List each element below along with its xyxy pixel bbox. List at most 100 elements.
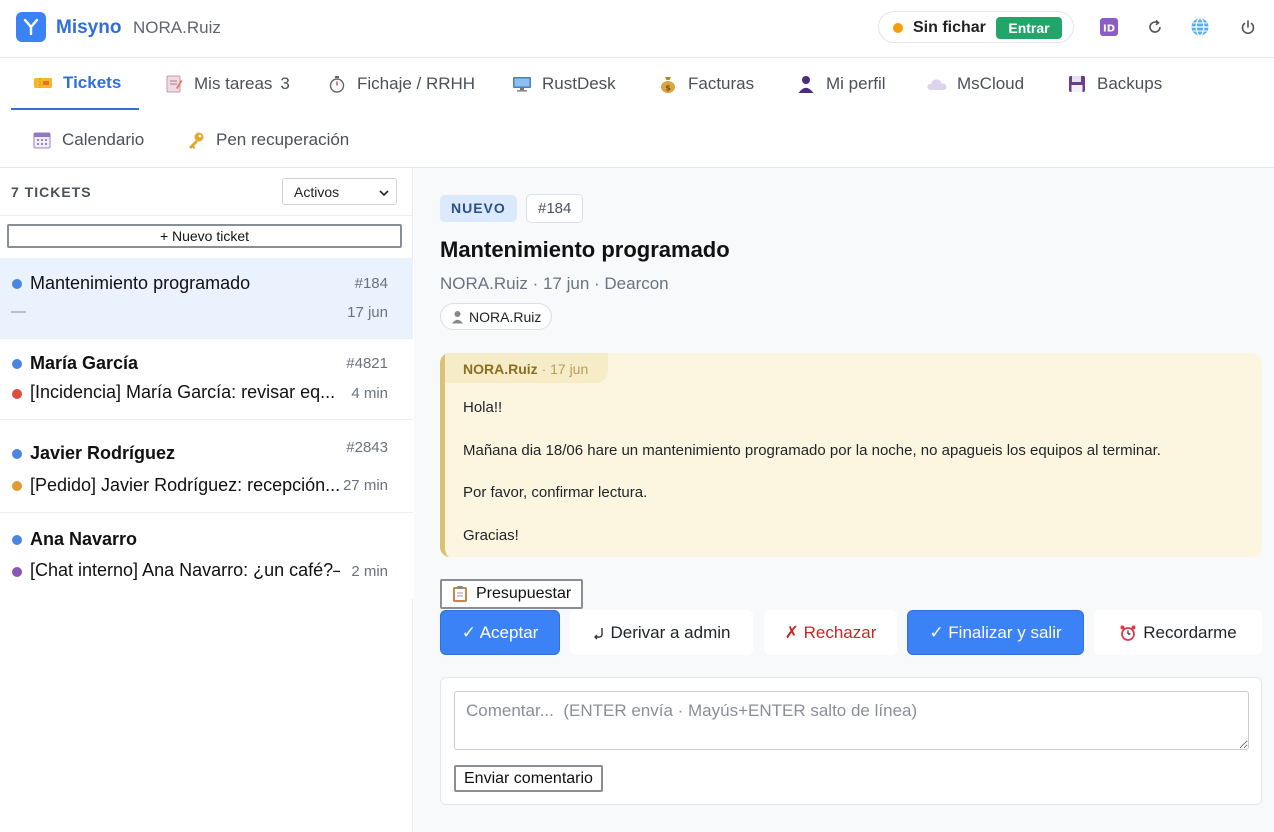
category-dot [12, 481, 22, 491]
key-icon [185, 129, 207, 151]
tab-pen-recuperacion[interactable]: Pen recuperación [185, 114, 349, 166]
ticket-preview: [Incidencia] María García: revisar eq... [30, 382, 336, 402]
ticket-time: 17 jun [347, 304, 388, 321]
tab-label: Mis tareas [194, 74, 273, 93]
money-bag-icon: $ [657, 73, 679, 95]
clock-in-button[interactable]: Entrar [996, 17, 1062, 39]
button-label: Derivar a admin [610, 622, 731, 642]
id-icon[interactable]: ID [1098, 16, 1120, 38]
tab-label: MsCloud [957, 74, 1025, 93]
message-author: NORA.Ruiz [463, 361, 538, 377]
status-badge: NUEVO [440, 195, 517, 222]
new-ticket-button[interactable]: + Nuevo ticket [7, 224, 402, 248]
tab-facturas[interactable]: $ Facturas [657, 58, 754, 110]
monitor-icon [511, 73, 533, 95]
message-line: Gracias! [463, 527, 519, 544]
ticket-title: María García [30, 353, 139, 373]
user-icon [795, 73, 817, 95]
filter-value: Activos [294, 184, 340, 200]
globe-icon[interactable] [1189, 16, 1211, 38]
svg-text:ID: ID [1103, 24, 1115, 35]
tab-mis-tareas[interactable]: Mis tareas 3 [163, 58, 290, 110]
tab-label: Pen recuperación [216, 130, 350, 149]
message-line: Hola!! [463, 399, 503, 416]
finish-and-exit-button[interactable]: ✓ Finalizar y salir [907, 610, 1084, 655]
ticket-time: 27 min [342, 477, 388, 494]
accept-button[interactable]: ✓ Aceptar [440, 610, 560, 655]
ticket-icon [32, 72, 54, 94]
ticket-time: 4 min [351, 385, 388, 402]
current-user: NORA.Ruiz [133, 18, 221, 37]
ticket-meta: NORA.Ruiz · 17 jun · Dearcon [440, 274, 669, 293]
ticket-item[interactable]: Mantenimiento programado #184 — 17 jun [0, 258, 413, 339]
clipboard-icon [452, 585, 468, 603]
status-dot [12, 359, 22, 369]
alarm-clock-icon [1119, 624, 1137, 642]
return-arrow-icon [593, 626, 605, 640]
ticket-time: 2 min [351, 563, 388, 580]
button-label: Presupuestar [476, 585, 572, 602]
status-dot [12, 535, 22, 545]
memo-icon [163, 73, 185, 95]
power-icon[interactable] [1237, 16, 1259, 38]
ticket-list-panel: 7 TICKETS Activos + Nuevo ticket Manteni… [0, 168, 413, 832]
cloud-icon [926, 73, 948, 95]
message-header: NORA.Ruiz · 17 jun [445, 353, 609, 383]
ticket-item[interactable]: María García #4821 [Incidencia] María Ga… [0, 339, 413, 420]
ticket-count: 7 TICKETS [11, 184, 92, 200]
remind-me-button[interactable]: Recordarme [1094, 610, 1262, 655]
derive-to-admin-button[interactable]: Derivar a admin [570, 610, 753, 655]
tab-label: RustDesk [542, 74, 616, 93]
tab-backups[interactable]: Backups [1066, 58, 1162, 110]
tab-label: Calendario [62, 130, 145, 149]
tab-tickets[interactable]: Tickets [11, 58, 139, 110]
reject-button[interactable]: ✗ Rechazar [764, 610, 897, 655]
assignee-chip[interactable]: NORA.Ruiz [440, 303, 553, 330]
stopwatch-icon [326, 73, 348, 95]
tab-mi-perfil[interactable]: Mi perfil [795, 58, 886, 110]
app-logo [16, 12, 46, 42]
ticket-detail-panel: NUEVO #184 Mantenimiento programado NORA… [414, 168, 1274, 832]
message-line: Por favor, confirmar lectura. [463, 484, 648, 501]
tab-label: Fichaje / RRHH [357, 74, 476, 93]
calendar-icon [31, 129, 53, 151]
tab-rustdesk[interactable]: RustDesk [511, 58, 616, 110]
button-label: Recordarme [1143, 622, 1237, 642]
ticket-item[interactable]: Ana Navarro [Chat interno] Ana Navarro: … [0, 513, 413, 599]
svg-text:$: $ [665, 84, 671, 93]
tab-label: Backups [1097, 74, 1163, 93]
app-header: Misyno NORA.Ruiz Sin fichar Entrar ID [0, 0, 1274, 58]
category-dot [12, 567, 22, 577]
tab-label: Mi perfil [826, 74, 886, 93]
refresh-icon[interactable] [1144, 16, 1166, 38]
brand-name: Misyno [56, 17, 122, 38]
send-comment-button[interactable]: Enviar comentario [454, 765, 603, 792]
comment-composer: Enviar comentario [440, 677, 1262, 805]
clock-status-label: Sin fichar [913, 19, 986, 36]
status-dot [893, 23, 903, 33]
assignee-name: NORA.Ruiz [469, 308, 542, 325]
ticket-item[interactable]: Javier Rodríguez #2843 [Pedido] Javier R… [0, 420, 413, 513]
comment-input[interactable] [454, 691, 1249, 750]
tab-count-badge: 3 [280, 74, 290, 93]
status-filter-select[interactable]: Activos [282, 178, 397, 205]
category-dot [12, 389, 22, 399]
tab-calendario[interactable]: Calendario [31, 114, 144, 166]
ticket-preview: [Pedido] Javier Rodríguez: recepción... [30, 475, 340, 495]
ticket-title-heading: Mantenimiento programado [440, 237, 730, 262]
ticket-title: Mantenimiento programado [30, 273, 251, 293]
presupuestar-button[interactable]: Presupuestar [440, 579, 584, 609]
ticket-list-header: 7 TICKETS Activos [0, 168, 413, 216]
clock-status-pill: Sin fichar Entrar [878, 11, 1074, 43]
user-icon [451, 310, 464, 324]
tab-fichaje-rrhh[interactable]: Fichaje / RRHH [326, 58, 475, 110]
message-date: · 17 jun [541, 361, 589, 377]
message-line: Mañana dia 18/06 hare un mantenimiento p… [463, 442, 1161, 459]
ticket-title: Javier Rodríguez [30, 443, 176, 463]
tab-mscloud[interactable]: MsCloud [926, 58, 1024, 110]
ticket-number: #184 [354, 275, 388, 292]
status-dot [12, 449, 22, 459]
logo-y-icon [23, 18, 39, 36]
floppy-icon [1066, 73, 1088, 95]
status-dot [12, 279, 22, 289]
